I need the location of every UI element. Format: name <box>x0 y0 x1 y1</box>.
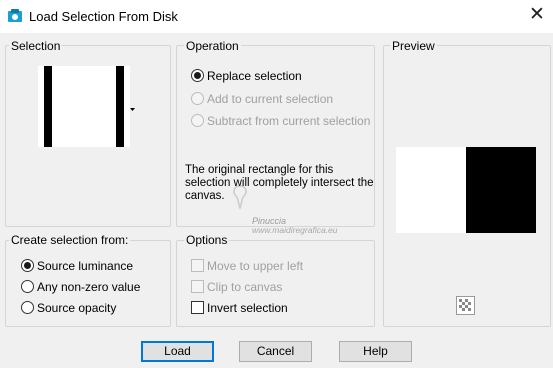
preview-image <box>396 147 536 233</box>
intersect-message: The original rectangle for this selectio… <box>185 164 374 202</box>
source-luminance-label[interactable]: Source luminance <box>37 259 133 273</box>
help-button[interactable]: Help <box>339 341 412 362</box>
dropdown-arrow-icon[interactable] <box>129 101 136 111</box>
invert-selection-checkbox[interactable] <box>191 301 204 314</box>
options-group-label: Options <box>184 233 230 247</box>
load-button[interactable]: Load <box>141 341 214 362</box>
selection-group-label: Selection <box>9 39 63 53</box>
replace-selection-label[interactable]: Replace selection <box>207 69 302 83</box>
transparency-toggle-icon[interactable] <box>456 296 475 315</box>
preview-black-half <box>466 147 536 233</box>
invert-selection-label[interactable]: Invert selection <box>207 301 288 315</box>
add-to-selection-label: Add to current selection <box>207 92 334 106</box>
move-upper-left-checkbox <box>191 259 204 272</box>
move-upper-left-label: Move to upper left <box>207 259 304 273</box>
clip-to-canvas-checkbox <box>191 280 204 293</box>
watermark-logo <box>228 184 252 210</box>
app-icon <box>8 9 22 22</box>
cancel-button[interactable]: Cancel <box>239 341 312 362</box>
source-opacity-label[interactable]: Source opacity <box>37 301 116 315</box>
subtract-selection-radio <box>191 114 204 127</box>
source-opacity-radio[interactable] <box>21 301 34 314</box>
window-title: Load Selection From Disk <box>29 9 178 24</box>
replace-selection-radio[interactable] <box>191 69 204 82</box>
any-non-zero-label[interactable]: Any non-zero value <box>37 280 140 294</box>
any-non-zero-radio[interactable] <box>21 280 34 293</box>
source-luminance-radio[interactable] <box>21 259 34 272</box>
add-to-selection-radio <box>191 92 204 105</box>
preview-group-label: Preview <box>390 39 437 53</box>
preview-white-half <box>396 147 466 233</box>
title-bar: Load Selection From Disk ✕ <box>0 0 553 33</box>
watermark-url: www.maidiregrafica.eu <box>252 225 338 235</box>
subtract-selection-label: Subtract from current selection <box>207 114 371 128</box>
clip-to-canvas-label: Clip to canvas <box>207 280 283 294</box>
close-icon[interactable]: ✕ <box>526 4 548 26</box>
thumbnail-bar-right <box>116 66 124 147</box>
create-from-group-label: Create selection from: <box>9 233 131 247</box>
thumbnail-bar-left <box>44 66 52 147</box>
selection-thumbnail[interactable] <box>38 66 130 147</box>
operation-group-label: Operation <box>184 39 241 53</box>
